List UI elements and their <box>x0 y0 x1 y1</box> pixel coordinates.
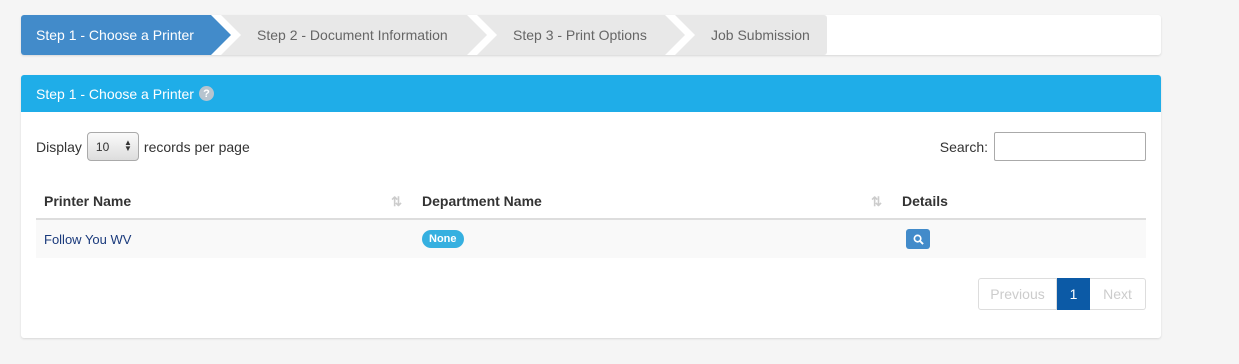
printers-table: Printer Name ⇅ Department Name ⇅ Details… <box>36 184 1146 258</box>
department-badge: None <box>422 230 464 248</box>
table-header-row: Printer Name ⇅ Department Name ⇅ Details <box>36 184 1146 220</box>
table-row: Follow You WV None <box>36 219 1146 258</box>
search-control: Search: <box>940 132 1146 161</box>
panel-title: Step 1 - Choose a Printer <box>36 85 194 102</box>
details-cell <box>894 219 1146 258</box>
wizard-step-2[interactable]: Step 2 - Document Information <box>221 15 489 55</box>
step-arrow-icon <box>211 15 231 55</box>
next-page-button[interactable]: Next <box>1090 278 1146 310</box>
column-header-department-name[interactable]: Department Name ⇅ <box>414 184 894 220</box>
search-icon <box>913 234 924 245</box>
wizard-step-1-label: Step 1 - Choose a Printer <box>36 27 194 43</box>
wizard-steps: Step 1 - Choose a Printer Step 2 - Docum… <box>21 15 1161 55</box>
wizard-step-3[interactable]: Step 3 - Print Options <box>477 15 687 55</box>
wizard-step-4-label: Job Submission <box>711 27 810 43</box>
details-button[interactable] <box>906 229 930 249</box>
question-circle-icon[interactable]: ? <box>198 86 214 101</box>
sort-icon: ⇅ <box>391 194 402 209</box>
length-suffix: records per page <box>143 138 250 155</box>
wizard-step-3-label: Step 3 - Print Options <box>513 27 647 43</box>
search-input[interactable] <box>994 132 1146 161</box>
length-prefix: Display <box>36 138 82 155</box>
sort-icon: ⇅ <box>871 194 882 209</box>
previous-page-button[interactable]: Previous <box>978 278 1057 310</box>
step-arrow-icon <box>467 15 487 55</box>
choose-printer-panel: Step 1 - Choose a Printer ? Display 10 ▲… <box>21 75 1161 338</box>
search-label: Search: <box>939 138 988 155</box>
printer-name-cell: Follow You WV <box>36 219 414 258</box>
step-arrow-icon <box>665 15 685 55</box>
panel-heading: Step 1 - Choose a Printer ? <box>21 75 1161 112</box>
select-arrows-icon: ▲ ▼ <box>123 138 132 153</box>
wizard-step-1[interactable]: Step 1 - Choose a Printer <box>21 15 233 55</box>
page-1-button[interactable]: 1 <box>1057 278 1090 310</box>
records-per-page-value: 10 <box>95 139 110 154</box>
column-header-details: Details <box>894 184 1146 220</box>
records-per-page-select[interactable]: 10 ▲ ▼ <box>86 132 139 161</box>
column-header-printer-name[interactable]: Printer Name ⇅ <box>36 184 414 220</box>
wizard-step-4[interactable]: Job Submission <box>675 15 827 55</box>
records-per-page-control: Display 10 ▲ ▼ records per page <box>36 132 250 161</box>
wizard-step-2-label: Step 2 - Document Information <box>257 27 448 43</box>
printer-link[interactable]: Follow You WV <box>44 232 131 247</box>
department-cell: None <box>414 219 894 258</box>
pagination: Previous 1 Next <box>978 278 1146 310</box>
